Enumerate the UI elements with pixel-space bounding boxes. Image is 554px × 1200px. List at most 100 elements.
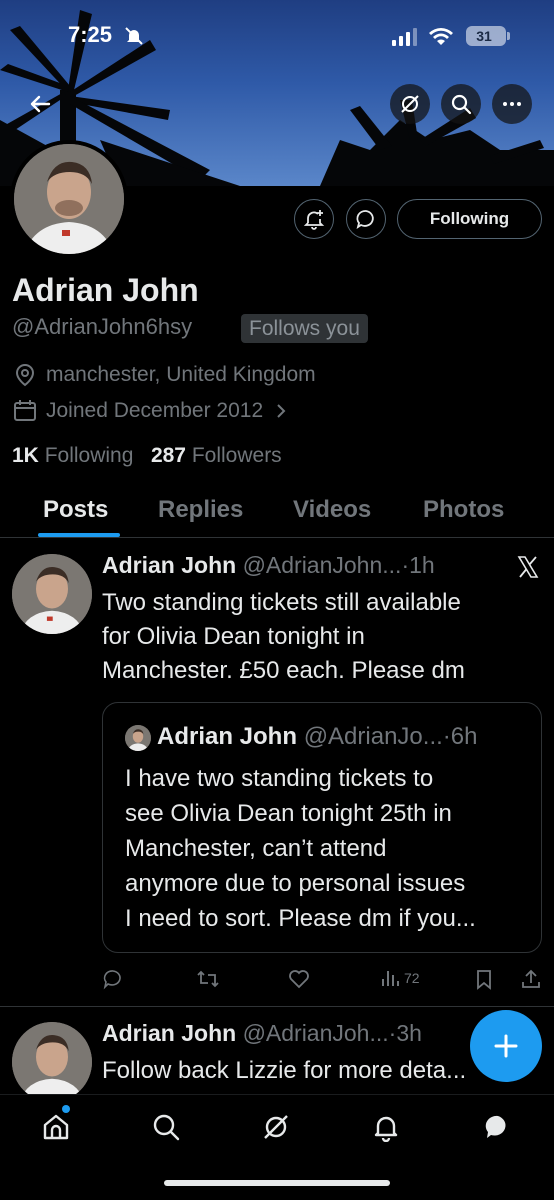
grok-nav-icon (264, 1115, 288, 1139)
profile-name: Adrian John (12, 272, 199, 308)
profile-tabs: Posts Replies Videos Photos (0, 488, 554, 538)
notify-button[interactable] (294, 199, 334, 239)
share-button[interactable] (520, 968, 542, 990)
post-author-handle: @AdrianJoh... (242, 1020, 389, 1046)
followers-count: 287 (150, 444, 186, 467)
reply-icon (103, 970, 121, 990)
post-avatar[interactable] (12, 554, 92, 634)
tab-posts[interactable]: Posts (43, 496, 108, 524)
post-text-line: Two standing tickets still available (102, 589, 461, 616)
quoted-post-avatar (125, 725, 151, 751)
post-author-handle: @AdrianJohn... (242, 552, 402, 578)
profile-counts: 1K Following 287 Followers (12, 444, 282, 468)
quoted-time-separator: · (442, 723, 451, 750)
more-icon (503, 102, 521, 106)
quoted-avatar-photo (125, 725, 151, 751)
status-bar: 7:25 31 (0, 0, 554, 70)
x-logo-icon[interactable] (516, 555, 540, 579)
post-avatar[interactable] (12, 1022, 92, 1102)
quoted-text-line: Manchester, can’t attend (125, 835, 387, 862)
chevron-right-icon (277, 404, 286, 418)
message-icon (356, 210, 374, 230)
post-avatar-photo (12, 1022, 92, 1102)
mute-bell-icon (125, 27, 143, 45)
tab-photos[interactable]: Photos (423, 496, 504, 524)
nav-home[interactable] (36, 1107, 76, 1147)
post-text: Follow back Lizzie for more deta... (102, 1054, 522, 1088)
search-button[interactable] (441, 84, 481, 124)
joined-text: Joined December 2012 (46, 399, 264, 422)
post-text-line: for Olivia Dean tonight in (102, 623, 365, 650)
nav-grok[interactable] (256, 1107, 296, 1147)
quoted-post-header: Adrian John @AdrianJo...·6h (157, 723, 477, 751)
share-icon (522, 969, 540, 988)
compose-button[interactable] (470, 1010, 542, 1082)
grok-icon (401, 95, 419, 113)
more-button[interactable] (492, 84, 532, 124)
home-icon (43, 1114, 69, 1140)
followers-label: Followers (191, 444, 282, 467)
avatar-photo (14, 144, 124, 254)
nav-explore[interactable] (146, 1107, 186, 1147)
post-text: Two standing tickets still available for… (102, 586, 522, 688)
post-time: 1h (409, 552, 435, 578)
nav-messages[interactable] (478, 1107, 518, 1147)
following-count: 1K (12, 444, 39, 467)
followers-count-link[interactable]: 287 Followers (151, 444, 282, 467)
post-text-line: Manchester. £50 each. Please dm (102, 657, 465, 684)
post-time-separator: · (401, 552, 410, 578)
bookmark-button[interactable] (474, 968, 494, 990)
quoted-author-handle: @AdrianJo... (303, 723, 443, 750)
following-count-link[interactable]: 1K Following (12, 444, 133, 467)
status-time: 7:25 (68, 22, 113, 47)
message-button[interactable] (346, 199, 386, 239)
profile-avatar[interactable] (10, 140, 128, 258)
post-author-name[interactable]: Adrian John (102, 552, 236, 578)
following-button[interactable]: Following (397, 199, 542, 239)
quoted-text-line: I need to sort. Please dm if you... (125, 905, 476, 932)
post-text-line: Follow back Lizzie for more deta... (102, 1057, 467, 1084)
wifi-icon (429, 28, 453, 45)
profile-handle: @AdrianJohn6hsy (12, 314, 193, 339)
post-divider (0, 1006, 554, 1007)
tab-videos[interactable]: Videos (293, 496, 371, 524)
explore-icon (153, 1114, 180, 1141)
quoted-post[interactable]: Adrian John @AdrianJo...·6h I have two s… (102, 702, 542, 953)
retweet-icon (197, 970, 219, 988)
battery-indicator: 31 (466, 26, 510, 46)
nav-notifications[interactable] (366, 1107, 406, 1147)
home-notification-dot (62, 1105, 70, 1113)
quoted-text-line: anymore due to personal issues (125, 870, 466, 897)
home-indicator (164, 1180, 390, 1186)
notifications-icon (374, 1116, 398, 1142)
post-author-name[interactable]: Adrian John (102, 1020, 236, 1046)
back-button[interactable] (20, 84, 60, 124)
following-label: Following (44, 444, 134, 467)
location-text: manchester, United Kingdom (46, 363, 316, 386)
grok-button[interactable] (390, 84, 430, 124)
views-button[interactable]: 72 (380, 968, 420, 988)
battery-level: 31 (476, 28, 492, 44)
reply-button[interactable] (102, 968, 124, 990)
profile-joined[interactable]: Joined December 2012 (12, 398, 299, 424)
messages-icon (485, 1115, 506, 1138)
quoted-post-text: I have two standing tickets to see Olivi… (125, 761, 535, 936)
tab-replies[interactable]: Replies (158, 496, 243, 524)
post-header: Adrian John @AdrianJohn...·1h (102, 552, 435, 579)
follows-you-badge: Follows you (241, 314, 368, 343)
notification-bell-plus-icon (303, 210, 325, 230)
quoted-text-line: see Olivia Dean tonight 25th in (125, 800, 452, 827)
back-arrow-icon (30, 95, 51, 113)
retweet-button[interactable] (196, 968, 220, 990)
active-tab-indicator (38, 533, 120, 537)
quoted-author-name: Adrian John (157, 723, 298, 750)
like-button[interactable] (288, 968, 310, 990)
post-header: Adrian John @AdrianJoh...·3h (102, 1020, 422, 1047)
post-actions: 72 (102, 964, 542, 994)
search-icon (451, 94, 472, 115)
quoted-post-time: 6h (450, 723, 478, 750)
post-avatar-photo (12, 554, 92, 634)
post-time: 3h (396, 1020, 422, 1046)
views-icon (382, 971, 399, 986)
views-count: 72 (404, 970, 420, 986)
